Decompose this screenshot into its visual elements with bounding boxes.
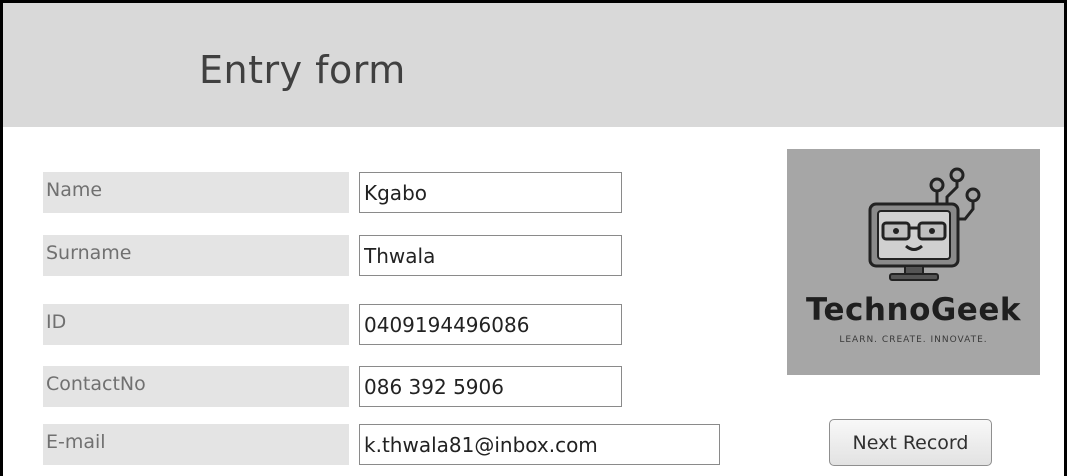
email-label: E-mail xyxy=(43,424,349,465)
surname-label: Surname xyxy=(43,235,349,276)
entry-form-window: Entry form Name Surname ID ContactNo E-m… xyxy=(0,0,1067,476)
form-header: Entry form xyxy=(3,3,1064,127)
robot-computer-icon xyxy=(868,167,981,281)
next-record-button[interactable]: Next Record xyxy=(829,419,992,466)
logo-brand-name: TechnoGeek xyxy=(806,292,1021,328)
name-field[interactable] xyxy=(359,172,622,213)
surname-field[interactable] xyxy=(359,235,622,276)
contactno-label: ContactNo xyxy=(43,366,349,407)
technogeek-logo: TechnoGeek LEARN. CREATE. INNOVATE. xyxy=(787,149,1040,375)
id-field[interactable] xyxy=(359,304,622,345)
name-label: Name xyxy=(43,172,349,213)
id-label: ID xyxy=(43,304,349,345)
email-field[interactable] xyxy=(359,424,720,465)
contactno-field[interactable] xyxy=(359,366,622,407)
logo-tagline: LEARN. CREATE. INNOVATE. xyxy=(839,335,988,345)
form-title: Entry form xyxy=(199,48,406,92)
